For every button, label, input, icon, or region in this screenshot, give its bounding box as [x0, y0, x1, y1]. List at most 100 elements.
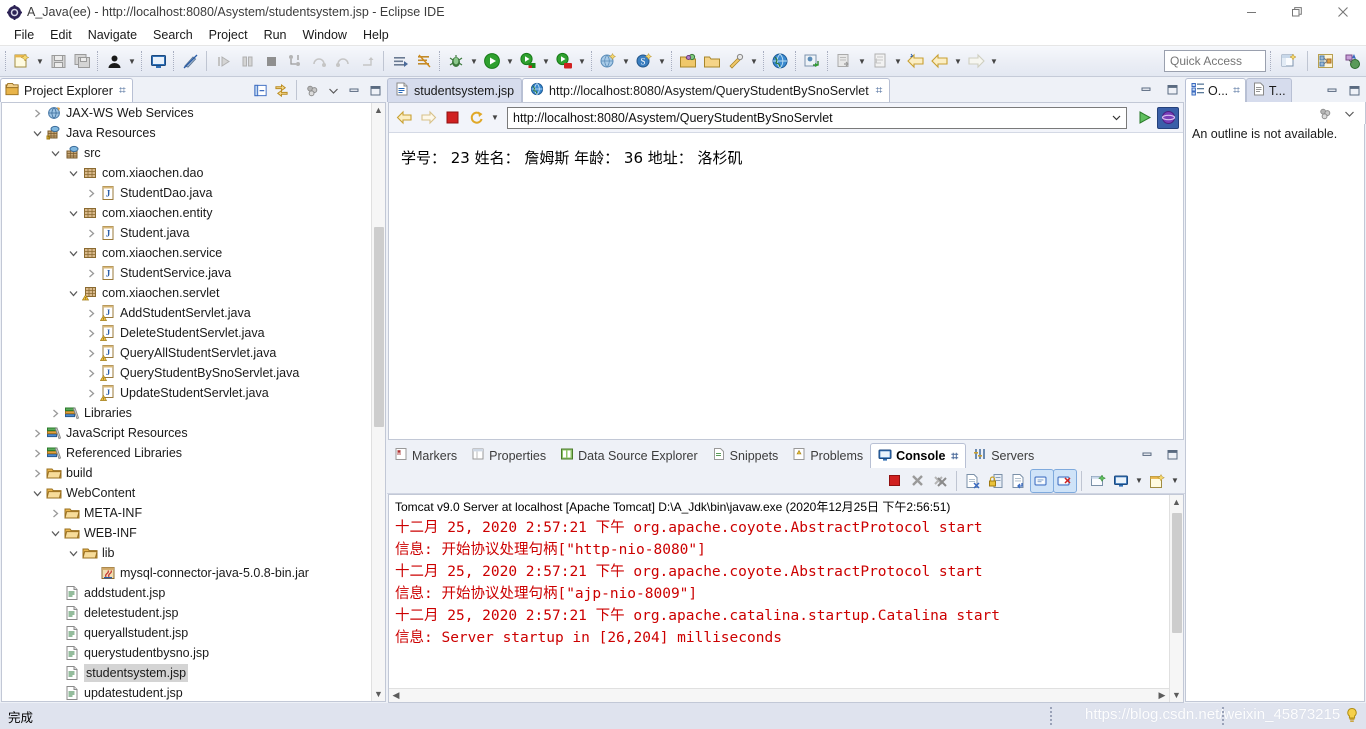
tab-project-explorer[interactable]: Project Explorer ⌗ [0, 78, 133, 102]
open-external-browser-icon[interactable] [1157, 106, 1179, 129]
tab-query-student-servlet[interactable]: http://localhost:8080/Asystem/QueryStude… [522, 78, 891, 102]
tree-item-referenced-libraries[interactable]: Referenced Libraries [2, 443, 371, 463]
minimize-icon[interactable] [1322, 80, 1342, 100]
go-play-icon[interactable] [1133, 107, 1155, 129]
save-all-icon[interactable] [70, 49, 94, 73]
browser-url-bar[interactable]: http://localhost:8080/Asystem/QueryStude… [507, 106, 1127, 129]
chevron-down-icon[interactable] [48, 528, 63, 539]
previous-edit-dropdown-icon[interactable]: ▼ [892, 49, 904, 73]
previous-edit-icon[interactable] [868, 49, 892, 73]
scroll-thumb[interactable] [1171, 513, 1182, 633]
maximize-icon[interactable] [1162, 79, 1182, 99]
external-tools-icon[interactable] [832, 49, 856, 73]
refresh-icon[interactable] [465, 107, 487, 129]
word-wrap-icon[interactable] [1008, 470, 1030, 492]
minimize-icon[interactable] [344, 80, 364, 100]
chevron-right-icon[interactable] [30, 468, 45, 479]
refresh-dropdown-icon[interactable]: ▼ [489, 106, 501, 130]
menu-project[interactable]: Project [201, 26, 256, 44]
stop-icon[interactable] [441, 107, 463, 129]
chevron-down-icon[interactable] [66, 548, 81, 559]
minimize-button[interactable] [1228, 0, 1274, 24]
run-as-server-icon[interactable] [516, 49, 540, 73]
tab-snippets[interactable]: Snippets [705, 443, 786, 468]
step-return-icon[interactable] [331, 49, 355, 73]
debug-icon[interactable] [444, 49, 468, 73]
show-console-on-error-icon[interactable] [1053, 468, 1077, 493]
tree-item-com-xiaochen-servlet[interactable]: ! com.xiaochen.servlet [2, 283, 371, 303]
web-browser-icon[interactable] [768, 49, 792, 73]
tab-problems[interactable]: Problems [785, 443, 870, 468]
tree-item-updatestudent-jsp[interactable]: updatestudent.jsp [2, 683, 371, 701]
remove-all-launches-icon[interactable] [929, 470, 951, 492]
scroll-left-icon[interactable]: ◀ [389, 689, 403, 703]
forward-icon[interactable] [964, 49, 988, 73]
open-type-icon[interactable] [102, 49, 126, 73]
tree-item-updatestudentservlet-java[interactable]: J! UpdateStudentServlet.java [2, 383, 371, 403]
new-java-project-icon[interactable] [596, 49, 620, 73]
save-icon[interactable] [46, 49, 70, 73]
chevron-right-icon[interactable] [84, 188, 99, 199]
display-selected-console-icon[interactable] [1110, 470, 1132, 492]
menu-run[interactable]: Run [256, 26, 295, 44]
project-tree[interactable]: JAX-WS Web Services! Java Resources src com… [1, 102, 386, 702]
suspend-icon[interactable] [235, 49, 259, 73]
new-wizard-icon[interactable] [10, 49, 34, 73]
external-tools-dropdown-icon[interactable]: ▼ [856, 49, 868, 73]
menu-search[interactable]: Search [145, 26, 201, 44]
new-wizard-dropdown-icon[interactable]: ▼ [34, 49, 46, 73]
chevron-right-icon[interactable] [84, 328, 99, 339]
pin-console-icon[interactable] [1087, 470, 1109, 492]
new-java-project-dropdown-icon[interactable]: ▼ [620, 49, 632, 73]
close-icon[interactable]: ⌗ [119, 83, 126, 98]
open-console-dropdown-icon[interactable]: ▼ [1169, 469, 1181, 493]
view-menu-chevron-icon[interactable] [323, 80, 343, 100]
step-into-icon[interactable] [283, 49, 307, 73]
tree-item-querystudentbysno-jsp[interactable]: querystudentbysno.jsp [2, 643, 371, 663]
chevron-right-icon[interactable] [84, 388, 99, 399]
run-external-dropdown-icon[interactable]: ▼ [576, 49, 588, 73]
tree-item-studentsystem-jsp[interactable]: studentsystem.jsp [2, 663, 371, 683]
menu-file[interactable]: File [6, 26, 42, 44]
back-history-icon[interactable] [928, 49, 952, 73]
chevron-down-icon[interactable] [66, 208, 81, 219]
maximize-icon[interactable] [365, 80, 385, 100]
tab-task-list[interactable]: T... [1245, 78, 1292, 102]
open-resource-icon[interactable] [700, 49, 724, 73]
chevron-right-icon[interactable] [84, 268, 99, 279]
tree-item-queryallstudent-jsp[interactable]: queryallstudent.jsp [2, 623, 371, 643]
tree-item-addstudent-jsp[interactable]: addstudent.jsp [2, 583, 371, 603]
open-perspective-button-icon[interactable] [1277, 49, 1301, 73]
run-icon[interactable] [480, 49, 504, 73]
scroll-right-icon[interactable]: ▶ [1155, 689, 1169, 703]
chevron-down-icon[interactable] [66, 288, 81, 299]
chevron-down-icon[interactable] [48, 148, 63, 159]
tab-data-source-explorer[interactable]: Data Source Explorer [553, 443, 705, 468]
search-icon[interactable] [724, 49, 748, 73]
tree-item-mysql-connector-java-5-0-8-bin-jar[interactable]: mysql-connector-java-5.0.8-bin.jar [2, 563, 371, 583]
console-vertical-scrollbar[interactable]: ▲ ▼ [1169, 495, 1183, 702]
tree-item-meta-inf[interactable]: META-INF [2, 503, 371, 523]
tree-item-studentdao-java[interactable]: J StudentDao.java [2, 183, 371, 203]
scroll-lock-icon[interactable] [985, 470, 1007, 492]
scroll-thumb[interactable] [373, 227, 384, 427]
scroll-track[interactable] [1170, 509, 1184, 688]
console-horizontal-scrollbar[interactable]: ◀ ▶ [389, 688, 1169, 702]
chevron-right-icon[interactable] [48, 408, 63, 419]
terminate-icon[interactable] [883, 470, 905, 492]
tip-bulb-icon[interactable] [1344, 707, 1360, 727]
tree-item-student-java[interactable]: J Student.java [2, 223, 371, 243]
remove-launch-icon[interactable] [906, 470, 928, 492]
resume-icon[interactable] [211, 49, 235, 73]
skip-breakpoints-icon[interactable] [412, 49, 436, 73]
tree-item-deletestudentservlet-java[interactable]: J! DeleteStudentServlet.java [2, 323, 371, 343]
tree-item-javascript-resources[interactable]: JavaScript Resources [2, 423, 371, 443]
tree-item-com-xiaochen-dao[interactable]: com.xiaochen.dao [2, 163, 371, 183]
back-arrow-icon[interactable] [393, 107, 415, 129]
tree-item-webcontent[interactable]: WebContent [2, 483, 371, 503]
tab-properties[interactable]: Properties [464, 443, 553, 468]
search-dropdown-icon[interactable]: ▼ [748, 49, 760, 73]
step-filters-icon[interactable] [355, 49, 379, 73]
tree-item-jax-ws-web-services[interactable]: JAX-WS Web Services [2, 103, 371, 123]
debug-dropdown-icon[interactable]: ▼ [468, 49, 480, 73]
